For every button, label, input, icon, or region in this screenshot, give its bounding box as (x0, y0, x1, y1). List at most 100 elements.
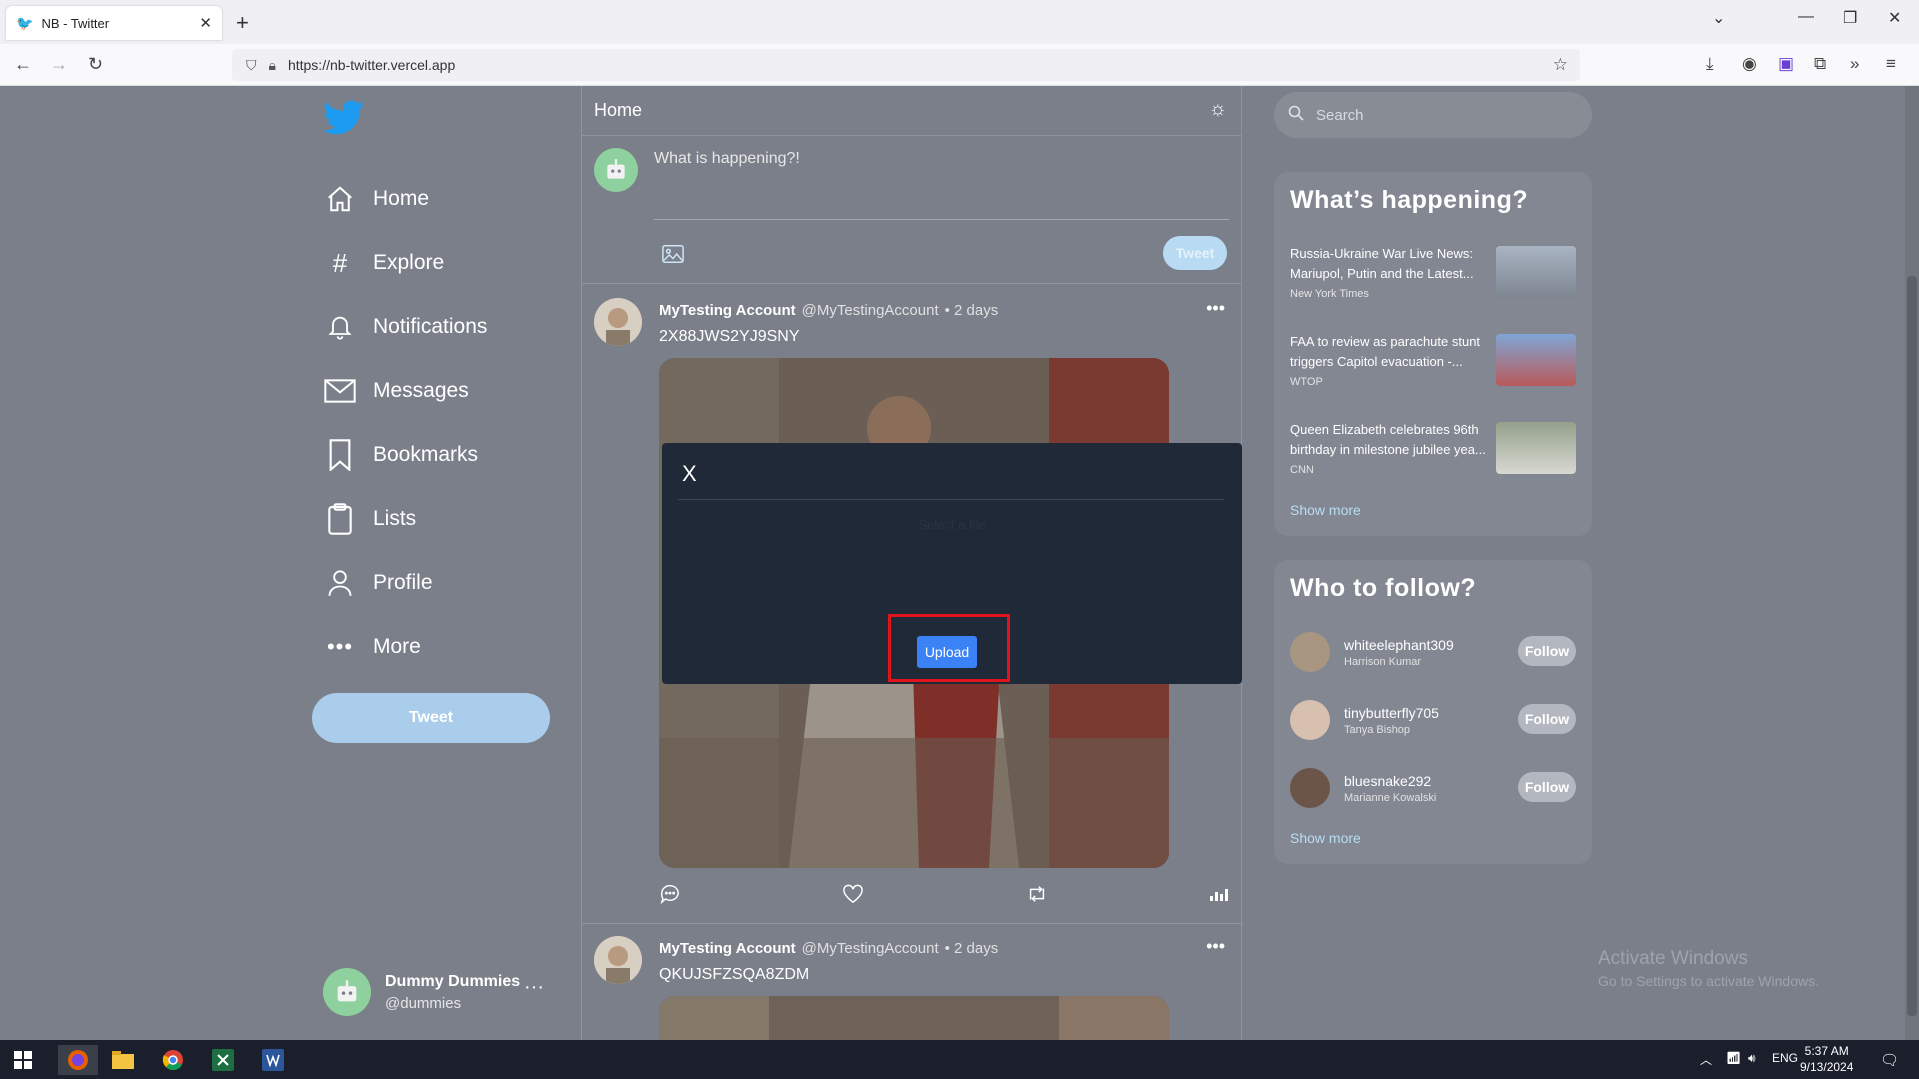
reply-icon[interactable] (659, 884, 681, 909)
tweet-author-name[interactable]: MyTesting Account (659, 302, 796, 319)
minimize-icon[interactable]: — (1798, 8, 1814, 26)
image-upload-icon[interactable] (662, 244, 684, 269)
bookmark-star-icon[interactable]: ☆ (1553, 55, 1568, 75)
avatar[interactable] (594, 936, 642, 984)
watermark-subtitle: Go to Settings to activate Windows. (1598, 973, 1819, 989)
volume-icon[interactable]: 🔊︎ (1748, 1051, 1756, 1066)
robot-icon (607, 159, 625, 179)
news-title: Queen Elizabeth celebrates 96th birthday… (1290, 422, 1486, 457)
avatar[interactable] (594, 298, 642, 346)
language-indicator[interactable]: ENG (1772, 1051, 1798, 1065)
menu-icon[interactable]: ≡ (1886, 54, 1896, 74)
file-explorer-icon[interactable] (108, 1045, 138, 1075)
search-icon (1288, 105, 1304, 125)
account-icon[interactable]: ◉ (1742, 54, 1757, 74)
account-more-icon[interactable]: ··· (524, 976, 544, 999)
composer-tweet-button[interactable]: Tweet (1163, 236, 1227, 270)
browser-tab[interactable]: 🐦 NB - Twitter ✕ (6, 6, 222, 40)
search-input[interactable]: Search (1274, 92, 1592, 138)
follow-button[interactable]: Follow (1518, 704, 1576, 734)
firefox-icon[interactable] (58, 1045, 98, 1075)
download-icon[interactable]: ⤓ (1706, 54, 1714, 74)
show-more-link[interactable]: Show more (1290, 830, 1361, 846)
modal-close-button[interactable]: X (682, 461, 697, 487)
theme-toggle-icon[interactable]: ☼ (1209, 98, 1227, 121)
follow-button[interactable]: Follow (1518, 636, 1576, 666)
follow-username[interactable]: whiteelephant309 (1344, 637, 1454, 653)
sidebar-tweet-button[interactable]: Tweet (312, 693, 550, 743)
follow-username[interactable]: bluesnake292 (1344, 773, 1436, 789)
sidebar-item-label: Bookmarks (373, 443, 479, 466)
envelope-icon (323, 374, 357, 408)
file-input[interactable]: Select a file (662, 517, 1242, 532)
analytics-icon[interactable] (1209, 884, 1229, 909)
tweet-options-icon[interactable]: ••• (1206, 298, 1225, 319)
sidebar-item-lists[interactable]: Lists (323, 502, 416, 536)
new-tab-icon[interactable]: + (236, 10, 249, 36)
extensions-icon[interactable]: ⧉ (1814, 54, 1826, 74)
sidebar-item-notifications[interactable]: Notifications (323, 310, 487, 344)
twitter-logo-icon[interactable] (323, 100, 365, 141)
reload-icon[interactable]: ↻ (88, 54, 103, 75)
overflow-icon[interactable]: » (1850, 54, 1859, 74)
lock-icon: 🔒︎ (268, 56, 276, 73)
sidebar-item-label: Lists (373, 507, 417, 530)
news-item[interactable]: FAA to review as parachute stunt trigger… (1290, 332, 1576, 392)
scrollbar-thumb[interactable] (1907, 276, 1917, 1016)
restore-icon[interactable]: ❐ (1843, 8, 1857, 28)
person-icon (323, 566, 357, 600)
tweet-image[interactable] (659, 996, 1169, 1040)
news-thumbnail (1496, 334, 1576, 386)
news-item[interactable]: Russia-Ukraine War Live News: Mariupol, … (1290, 244, 1576, 304)
show-more-link[interactable]: Show more (1290, 502, 1361, 518)
twitter-bird-icon: 🐦 (16, 14, 34, 31)
avatar[interactable] (1290, 700, 1330, 740)
close-window-icon[interactable]: ✕ (1888, 8, 1901, 28)
search-placeholder: Search (1316, 106, 1364, 124)
sidebar-item-home[interactable]: Home (323, 182, 429, 216)
word-icon[interactable] (258, 1045, 288, 1075)
forward-icon[interactable]: → (50, 54, 68, 75)
avatar[interactable] (1290, 632, 1330, 672)
sidebar-item-bookmarks[interactable]: Bookmarks (323, 438, 478, 472)
tray-chevron-icon[interactable]: ︿ (1700, 1051, 1712, 1068)
tweet-options-icon[interactable]: ••• (1206, 936, 1225, 957)
tweet-post: MyTesting Account @MyTestingAccount • 2 … (582, 924, 1243, 1040)
account-switcher[interactable]: Dummy Dummies @dummies (323, 968, 520, 1016)
page-scrollbar[interactable] (1905, 86, 1919, 1040)
follow-username[interactable]: tinybutterfly705 (1344, 705, 1439, 721)
sidebar-item-label: More (373, 635, 421, 658)
tweet-author-name[interactable]: MyTesting Account (659, 940, 796, 957)
like-icon[interactable] (842, 884, 864, 909)
back-icon[interactable]: ← (14, 54, 32, 75)
excel-icon[interactable] (208, 1045, 238, 1075)
extension-purple-icon[interactable]: ▣ (1778, 54, 1794, 74)
clock-date: 9/13/2024 (1800, 1060, 1854, 1074)
follow-button[interactable]: Follow (1518, 772, 1576, 802)
news-thumbnail (1496, 246, 1576, 298)
chrome-icon[interactable] (158, 1045, 188, 1075)
notification-center-icon[interactable]: 🗨︎ (1880, 1051, 1899, 1069)
tweet-author-handle[interactable]: @MyTestingAccount (802, 940, 939, 957)
sidebar-item-label: Notifications (373, 315, 488, 338)
tweet-author-handle[interactable]: @MyTestingAccount (802, 302, 939, 319)
sidebar-item-profile[interactable]: Profile (323, 566, 433, 600)
retweet-icon[interactable] (1026, 884, 1048, 909)
avatar[interactable] (1290, 768, 1330, 808)
taskbar-clock[interactable]: 5:37 AM 9/13/2024 (1800, 1043, 1853, 1075)
windows-start-icon[interactable] (8, 1045, 38, 1075)
tweet-text-input[interactable]: What is happening?! (654, 150, 1229, 220)
news-item[interactable]: Queen Elizabeth celebrates 96th birthday… (1290, 420, 1576, 480)
network-icon[interactable]: 📶︎ (1726, 1051, 1741, 1065)
sidebar-item-more[interactable]: ••• More (323, 630, 421, 664)
sidebar-item-messages[interactable]: Messages (323, 374, 469, 408)
bookmark-icon (323, 438, 357, 472)
tab-close-icon[interactable]: ✕ (199, 14, 212, 32)
url-bar[interactable]: ⛉ 🔒︎ https://nb-twitter.vercel.app ☆ (232, 49, 1580, 81)
tweet-meta: MyTesting Account @MyTestingAccount • 2 … (659, 302, 998, 319)
tab-list-icon[interactable]: ⌄ (1712, 8, 1725, 28)
avatar (323, 968, 371, 1016)
tab-title: NB - Twitter (41, 15, 110, 31)
news-title: Russia-Ukraine War Live News: Mariupol, … (1290, 246, 1474, 281)
sidebar-item-explore[interactable]: # Explore (323, 246, 444, 280)
